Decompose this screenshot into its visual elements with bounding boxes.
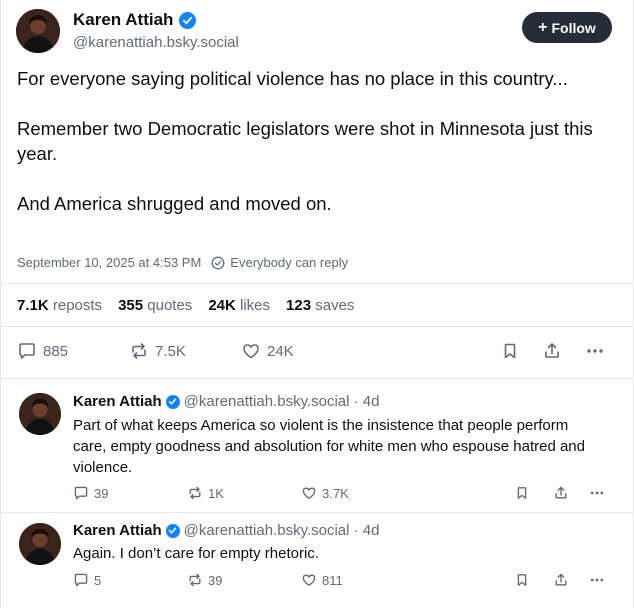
divider: [1, 283, 634, 284]
share-button[interactable]: [553, 572, 569, 588]
reply-count: 39: [94, 485, 109, 501]
post-actions: 885 7.5K 24K: [17, 341, 617, 363]
repost-button[interactable]: 39: [187, 572, 222, 588]
reply-text: Part of what keeps America so violent is…: [73, 417, 585, 476]
reply-icon: [74, 486, 88, 500]
like-button[interactable]: 3.7K: [301, 485, 349, 501]
stat-reposts[interactable]: 7.1K reposts: [17, 297, 102, 314]
repost-icon: [189, 573, 201, 587]
stat-likes[interactable]: 24K likes: [208, 297, 270, 314]
more-icon: [590, 578, 604, 582]
verified-badge-icon: [165, 394, 180, 409]
repost-button[interactable]: 1K: [187, 485, 224, 501]
avatar[interactable]: [19, 523, 61, 565]
repost-button[interactable]: 7.5K: [129, 341, 186, 361]
more-icon: [590, 491, 604, 495]
reply-header: Karen Attiah @karenattiah.bsky.social · …: [73, 393, 380, 410]
more-options-button[interactable]: [589, 572, 605, 588]
more-options-button[interactable]: [585, 341, 605, 361]
post-timestamp: September 10, 2025 at 4:53 PM: [17, 255, 202, 270]
reply-text: Again. I don’t care for empty rhetoric.: [73, 545, 319, 562]
bookmark-icon: [517, 487, 527, 499]
bookmark-icon: [504, 343, 516, 359]
more-options-button[interactable]: [589, 485, 605, 501]
author-handle[interactable]: @karenattiah.bsky.social · 4d: [184, 522, 380, 539]
repost-icon: [189, 486, 201, 500]
repost-icon: [132, 343, 146, 359]
verified-badge-icon: [179, 11, 197, 29]
author-name[interactable]: Karen Attiah: [73, 10, 173, 30]
reply-button[interactable]: 5: [73, 572, 101, 588]
post-thread: Karen Attiah @karenattiah.bsky.social + …: [0, 0, 634, 608]
like-count: 3.7K: [322, 485, 349, 501]
post-text: For everyone saying political violence h…: [17, 66, 607, 216]
avatar[interactable]: [16, 9, 60, 53]
reply-actions: 39 1K 3.7K: [73, 485, 613, 503]
bookmark-button[interactable]: [500, 341, 520, 361]
verified-badge-icon: [165, 523, 180, 538]
post-paragraph: Remember two Democratic legislators were…: [17, 118, 593, 164]
like-button[interactable]: 811: [301, 572, 343, 588]
reply-button[interactable]: 39: [73, 485, 108, 501]
repost-count: 7.5K: [155, 342, 186, 360]
like-icon: [302, 574, 316, 586]
repost-count: 39: [208, 572, 223, 588]
like-count: 811: [322, 572, 343, 588]
bookmark-icon: [517, 574, 527, 586]
author-name[interactable]: Karen Attiah: [73, 522, 162, 539]
share-button[interactable]: [542, 341, 562, 361]
reply-post[interactable]: Karen Attiah @karenattiah.bsky.social · …: [1, 512, 634, 608]
post-paragraph: For everyone saying political violence h…: [17, 68, 568, 89]
reply-header: Karen Attiah @karenattiah.bsky.social · …: [73, 522, 380, 539]
share-icon: [555, 573, 567, 586]
reply-icon: [74, 573, 88, 587]
divider: [1, 326, 634, 327]
follow-label: Follow: [551, 19, 596, 36]
reply-setting-label: Everybody can reply: [230, 255, 349, 270]
share-icon: [545, 343, 559, 358]
reply-count: 5: [94, 572, 102, 588]
author-name[interactable]: Karen Attiah: [73, 393, 162, 410]
stat-saves[interactable]: 123 saves: [286, 297, 354, 314]
like-count: 24K: [267, 342, 294, 360]
reply-post[interactable]: Karen Attiah @karenattiah.bsky.social · …: [1, 378, 634, 512]
more-icon: [587, 349, 603, 353]
post-paragraph: And America shrugged and moved on.: [17, 193, 332, 214]
reply-actions: 5 39 811: [73, 572, 613, 590]
reply-button[interactable]: 885: [17, 341, 68, 361]
share-icon: [555, 486, 567, 499]
reply-setting[interactable]: Everybody can reply: [211, 255, 348, 270]
globe-icon: [211, 256, 225, 269]
avatar[interactable]: [19, 393, 61, 435]
follow-button[interactable]: + Follow: [522, 12, 612, 43]
reply-count: 885: [43, 342, 69, 360]
like-icon: [302, 487, 316, 499]
post-meta: September 10, 2025 at 4:53 PM Everybody …: [17, 255, 348, 270]
author-handle[interactable]: @karenattiah.bsky.social: [73, 34, 239, 51]
bookmark-button[interactable]: [514, 572, 530, 588]
repost-count: 1K: [208, 485, 224, 501]
like-button[interactable]: 24K: [241, 341, 294, 361]
author-name-row: Karen Attiah: [73, 10, 197, 30]
reply-icon: [19, 343, 35, 359]
bookmark-button[interactable]: [514, 485, 530, 501]
post-stats: 7.1K reposts 355 quotes 24K likes 123 sa…: [17, 297, 354, 314]
share-button[interactable]: [553, 485, 569, 501]
author-handle[interactable]: @karenattiah.bsky.social · 4d: [184, 393, 380, 410]
stat-quotes[interactable]: 355 quotes: [118, 297, 192, 314]
plus-icon: +: [538, 18, 548, 36]
like-icon: [243, 344, 259, 359]
